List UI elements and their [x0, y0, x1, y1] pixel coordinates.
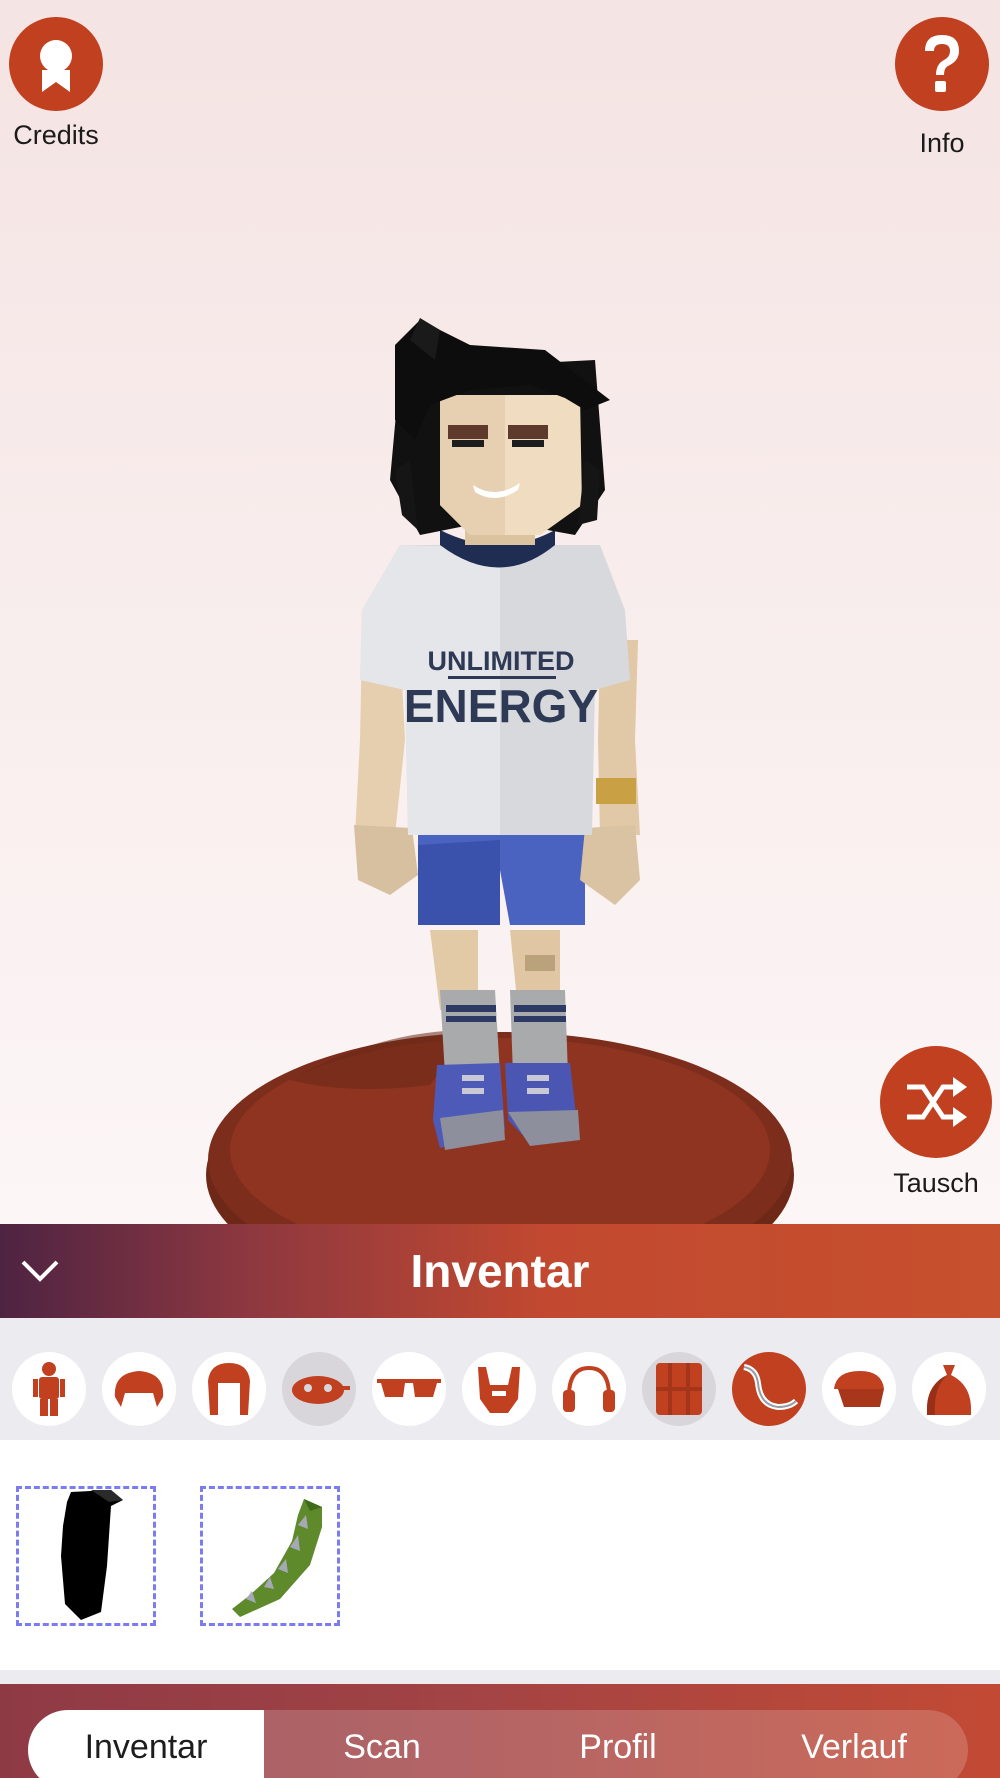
vest-icon — [656, 1363, 702, 1415]
item-black-cape[interactable] — [16, 1486, 156, 1626]
tab-verlauf[interactable]: Verlauf — [736, 1710, 972, 1778]
avatar-scene: UNLIMITED ENERGY — [206, 318, 794, 1224]
dragon-tail-icon — [232, 1499, 322, 1617]
divider — [0, 1670, 1000, 1684]
credits-button[interactable] — [9, 17, 103, 111]
question-mark-icon — [925, 35, 959, 92]
category-short-hair[interactable] — [102, 1352, 176, 1426]
item-dragon-tail[interactable] — [200, 1486, 340, 1626]
tail-icon — [743, 1364, 799, 1411]
category-cap[interactable] — [822, 1352, 896, 1426]
credits-label: Credits — [13, 120, 99, 150]
body-icon — [33, 1362, 65, 1416]
category-mask[interactable] — [282, 1352, 356, 1426]
info-button[interactable] — [895, 17, 989, 111]
category-long-hair[interactable] — [192, 1352, 266, 1426]
headphones-icon — [563, 1365, 615, 1412]
category-glasses[interactable] — [372, 1352, 446, 1426]
bottom-nav: Inventar Scan Profil Verlauf — [0, 1684, 1000, 1778]
tab-inventar[interactable]: Inventar — [28, 1710, 264, 1778]
swap-label: Tausch — [893, 1168, 979, 1198]
category-tail[interactable] — [732, 1352, 806, 1426]
inventory-title: Inventar — [410, 1245, 590, 1297]
tab-scan[interactable]: Scan — [264, 1710, 500, 1778]
bag-icon — [927, 1365, 971, 1415]
collapse-panel-button[interactable] — [16, 1248, 64, 1294]
category-beard[interactable] — [462, 1352, 536, 1426]
info-label: Info — [919, 128, 965, 158]
inventory-items — [0, 1440, 1000, 1670]
avatar-figure: UNLIMITED ENERGY — [354, 318, 640, 1150]
glasses-icon — [377, 1379, 441, 1397]
category-bag[interactable] — [912, 1352, 986, 1426]
shirt-text-line2: ENERGY — [404, 680, 598, 732]
category-vest[interactable] — [642, 1352, 716, 1426]
avatar-viewport[interactable]: UNLIMITED ENERGY Credits Info Tausch — [0, 0, 1000, 1224]
mask-icon — [292, 1376, 350, 1404]
shuffle-icon — [907, 1077, 967, 1127]
ribbon-badge-icon — [40, 40, 72, 92]
swap-button[interactable] — [880, 1046, 992, 1158]
category-strip — [0, 1318, 1000, 1440]
shirt-text-line1: UNLIMITED — [428, 646, 575, 676]
inventory-header: Inventar — [0, 1224, 1000, 1318]
tab-profil[interactable]: Profil — [500, 1710, 736, 1778]
category-body[interactable] — [12, 1352, 86, 1426]
chevron-down-icon — [21, 1260, 59, 1282]
black-cape-icon — [61, 1490, 123, 1620]
beard-icon — [478, 1367, 520, 1413]
short-hair-icon — [114, 1371, 164, 1407]
category-headphones[interactable] — [552, 1352, 626, 1426]
cap-icon — [834, 1371, 884, 1407]
long-hair-icon — [208, 1363, 250, 1415]
